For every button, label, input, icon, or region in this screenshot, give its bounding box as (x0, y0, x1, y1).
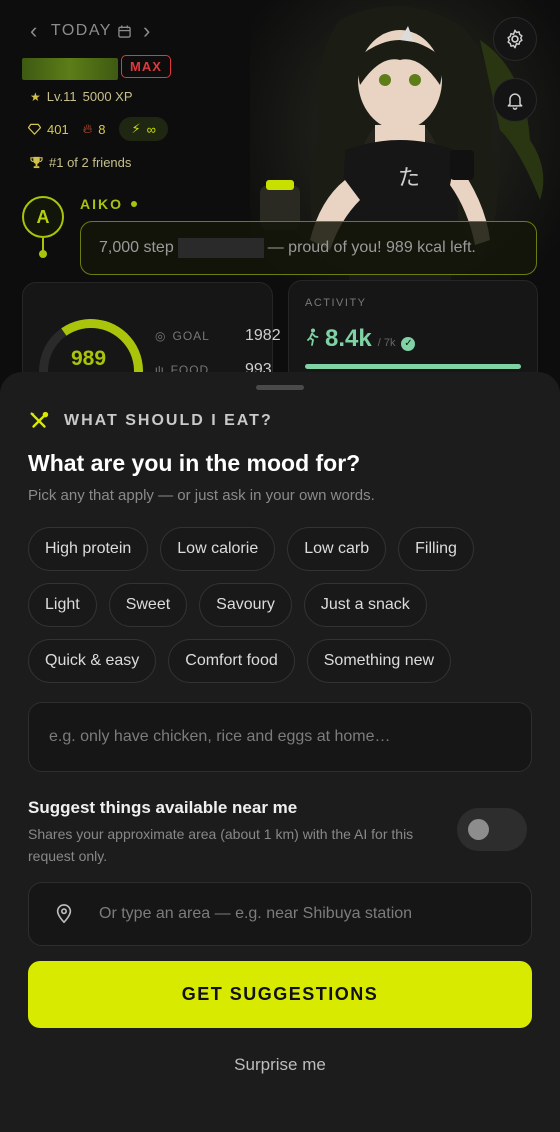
goal-icon: ◎ (155, 329, 167, 343)
area-placeholder: Or type an area — e.g. near Shibuya stat… (99, 905, 413, 922)
message-start: 7,000 step (99, 239, 174, 257)
food-request-input[interactable]: e.g. only have chicken, rice and eggs at… (28, 702, 532, 772)
streak: 🔥︎ 8 (83, 121, 106, 137)
gems-count: 401 (47, 121, 69, 137)
chip-high-protein[interactable]: High protein (28, 527, 149, 571)
lightning-icon: ⚡︎ (131, 121, 141, 136)
sheet-title: What are you in the mood for? (28, 450, 361, 476)
nearby-toggle[interactable] (457, 808, 527, 851)
chip-low-calorie[interactable]: Low calorie (160, 527, 276, 571)
steps-target: / 7k (377, 337, 396, 349)
walking-icon (307, 328, 319, 346)
streak-count: 8 (98, 121, 106, 137)
level-xp: ★ Lv.11 5000 XP (30, 89, 133, 104)
energy-pill: ⚡︎ ∞ (119, 117, 168, 141)
chip-sweet[interactable]: Sweet (108, 583, 188, 627)
check-icon: ✓ (401, 336, 416, 351)
companion-name-text: AIKO (80, 196, 123, 212)
companion-avatar[interactable]: A (22, 196, 64, 238)
svg-text:た: た (398, 166, 420, 191)
chip-row-2: Light Sweet Savoury Just a snack (28, 583, 538, 627)
calendar-icon (118, 24, 131, 38)
chevron-left-icon[interactable]: ‹ (30, 20, 39, 42)
sheet-drag-handle[interactable] (256, 385, 304, 390)
activity-value: 8.4k / 7k ✓ (305, 325, 416, 353)
date-navigator: ‹ TODAY › (30, 20, 152, 42)
nearby-title: Suggest things available near me (28, 798, 298, 817)
online-indicator (131, 201, 137, 207)
friend-rank[interactable]: #1 of 2 friends (30, 155, 131, 170)
food-request-placeholder: e.g. only have chicken, rice and eggs at… (49, 728, 391, 745)
sheet-heading: WHAT SHOULD I EAT? (28, 410, 273, 432)
activity-progress-bar (305, 364, 521, 369)
flame-icon: 🔥︎ (82, 121, 93, 136)
companion-message[interactable]: 7,000 step — proud of you! 989 kcal left. (80, 221, 537, 275)
username-redacted (22, 58, 118, 80)
goal-row: ◎ GOAL 1982 (155, 327, 281, 344)
chip-low-carb[interactable]: Low carb (287, 527, 387, 571)
avatar-connector-dot (39, 250, 47, 258)
chip-something-new[interactable]: Something new (306, 639, 452, 683)
chevron-right-icon[interactable]: › (143, 20, 152, 42)
bell-icon (507, 93, 523, 110)
calories-remaining: 989 (71, 347, 107, 370)
energy-value: ∞ (146, 121, 156, 137)
chip-row-3: Quick & easy Comfort food Something new (28, 639, 538, 683)
notifications-button[interactable] (493, 78, 537, 122)
date-text: TODAY (50, 22, 112, 39)
max-badge: MAX (121, 55, 171, 78)
redacted-text (177, 238, 264, 258)
trophy-icon (30, 156, 43, 169)
rank-text: #1 of 2 friends (49, 155, 132, 170)
sheet-subtitle: Pick any that apply — or just ask in you… (28, 487, 375, 504)
mood-chips: High protein Low calorie Low carb Fillin… (28, 527, 538, 695)
what-to-eat-sheet: WHAT SHOULD I EAT? What are you in the m… (0, 372, 560, 1132)
settings-button[interactable] (493, 17, 537, 61)
diamond-icon (28, 123, 41, 135)
xp-text: 5000 XP (82, 89, 133, 104)
get-suggestions-button[interactable]: GET SUGGESTIONS (28, 961, 532, 1028)
date-label[interactable]: TODAY (51, 22, 131, 40)
area-input[interactable]: Or type an area — e.g. near Shibuya stat… (28, 882, 532, 946)
goal-value: 1982 (245, 327, 281, 344)
currency-row: 401 🔥︎ 8 ⚡︎ ∞ (28, 117, 168, 141)
level-text: Lv.11 (46, 89, 77, 104)
activity-label: ACTIVITY (305, 297, 367, 309)
chip-filling[interactable]: Filling (398, 527, 474, 571)
gems: 401 (28, 122, 69, 137)
chip-comfort-food[interactable]: Comfort food (168, 639, 295, 683)
chip-quick-easy[interactable]: Quick & easy (28, 639, 157, 683)
sheet-heading-text: WHAT SHOULD I EAT? (64, 412, 273, 429)
companion-name: AIKO (80, 196, 137, 212)
nearby-description: Shares your approximate area (about 1 km… (28, 826, 414, 864)
surprise-me-link[interactable]: Surprise me (0, 1055, 560, 1075)
toggle-knob (468, 819, 489, 840)
message-end: — proud of you! 989 kcal left. (267, 239, 476, 257)
steps-value: 8.4k (325, 325, 372, 352)
utensils-icon (30, 411, 49, 428)
star-icon: ★ (30, 89, 41, 104)
chip-just-a-snack[interactable]: Just a snack (303, 583, 427, 627)
location-pin-icon (29, 904, 99, 924)
chip-savoury[interactable]: Savoury (199, 583, 292, 627)
chip-light[interactable]: Light (28, 583, 97, 627)
gear-icon (507, 29, 523, 49)
goal-label: GOAL (172, 329, 210, 343)
chip-row-1: High protein Low calorie Low carb Fillin… (28, 527, 538, 571)
